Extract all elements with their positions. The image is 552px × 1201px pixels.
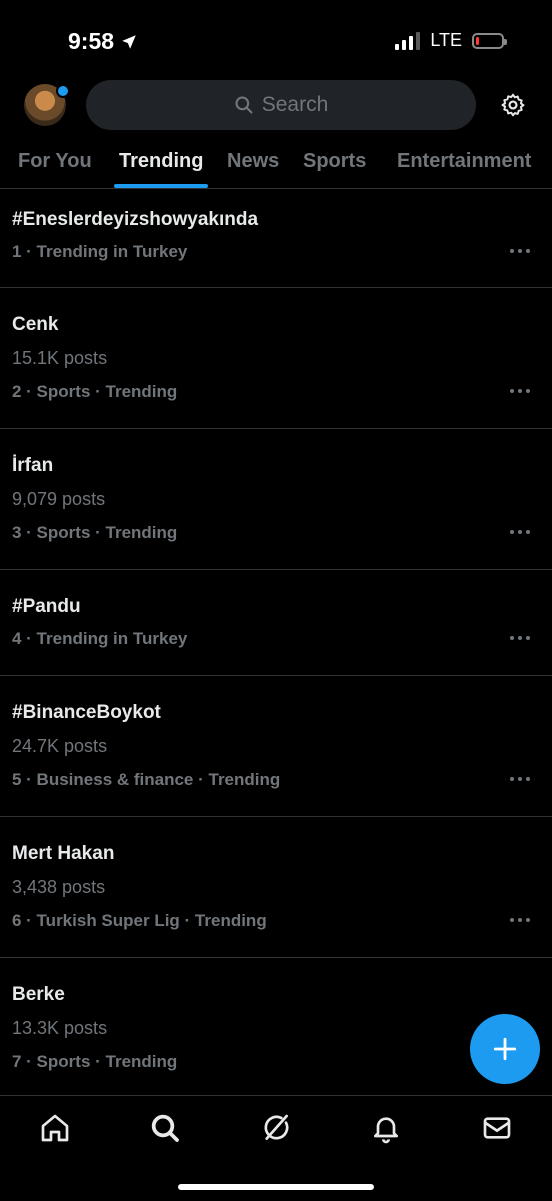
trend-post-count: 15.1K posts bbox=[12, 348, 108, 368]
trend-meta: 3 · Sports · Trending bbox=[12, 523, 178, 542]
gear-icon[interactable] bbox=[500, 92, 526, 118]
tab-for-you[interactable]: For You bbox=[18, 150, 92, 173]
messages-icon[interactable] bbox=[481, 1112, 513, 1144]
more-options-icon[interactable] bbox=[510, 636, 530, 642]
cellular-signal-icon bbox=[395, 31, 421, 50]
notification-dot bbox=[56, 84, 70, 98]
status-bar: 9:58 LTE bbox=[0, 0, 552, 80]
tab-entertainment[interactable]: Entertainment bbox=[397, 150, 531, 173]
trend-item[interactable]: İrfan 9,079 posts 3 · Sports · Trending bbox=[0, 429, 552, 570]
home-icon[interactable] bbox=[39, 1112, 71, 1144]
trend-title: Cenk bbox=[12, 314, 59, 335]
search-placeholder: Search bbox=[261, 93, 329, 116]
trend-item[interactable]: Berke 13.3K posts 7 · Sports · Trending bbox=[0, 958, 552, 1098]
more-options-icon[interactable] bbox=[510, 530, 530, 536]
grok-icon[interactable] bbox=[260, 1112, 292, 1144]
trend-title: İrfan bbox=[12, 455, 54, 476]
status-indicators: LTE bbox=[395, 30, 507, 51]
trend-item[interactable]: #BinanceBoykot 24.7K posts 5 · Business … bbox=[0, 676, 552, 817]
status-time: 9:58 bbox=[68, 28, 138, 55]
compose-button[interactable] bbox=[470, 1014, 540, 1084]
trend-post-count: 24.7K posts bbox=[12, 736, 108, 756]
trend-title: Mert Hakan bbox=[12, 843, 115, 864]
search-icon bbox=[235, 96, 253, 114]
more-options-icon[interactable] bbox=[510, 389, 530, 395]
trend-meta: 5 · Business & finance · Trending bbox=[12, 770, 281, 789]
trend-item[interactable]: #Eneslerdeyizshowyakında 1 · Trending in… bbox=[0, 189, 552, 288]
trend-meta: 6 · Turkish Super Lig · Trending bbox=[12, 911, 267, 930]
trend-meta: 7 · Sports · Trending bbox=[12, 1052, 178, 1071]
trend-title: #Eneslerdeyizshowyakında bbox=[12, 209, 259, 230]
trend-title: Berke bbox=[12, 984, 65, 1005]
tab-sports[interactable]: Sports bbox=[303, 150, 366, 173]
network-type: LTE bbox=[430, 30, 462, 50]
home-indicator bbox=[178, 1184, 374, 1190]
battery-icon bbox=[472, 32, 507, 49]
trend-meta: 2 · Sports · Trending bbox=[12, 382, 178, 401]
active-tab-indicator bbox=[114, 184, 208, 188]
more-options-icon[interactable] bbox=[510, 777, 530, 783]
tab-news[interactable]: News bbox=[227, 150, 279, 173]
trend-meta: 4 · Trending in Turkey bbox=[12, 629, 188, 648]
trend-post-count: 13.3K posts bbox=[12, 1018, 108, 1038]
trend-item[interactable]: Mert Hakan 3,438 posts 6 · Turkish Super… bbox=[0, 817, 552, 958]
plus-icon bbox=[493, 1037, 517, 1061]
trend-post-count: 3,438 posts bbox=[12, 877, 106, 897]
trend-post-count: 9,079 posts bbox=[12, 489, 106, 509]
trend-title: #BinanceBoykot bbox=[12, 702, 161, 723]
trend-item[interactable]: #Pandu 4 · Trending in Turkey bbox=[0, 570, 552, 676]
location-arrow-icon bbox=[122, 34, 136, 49]
clock-text: 9:58 bbox=[68, 28, 115, 54]
explore-tabs: For You Trending News Sports Entertainme… bbox=[0, 140, 552, 189]
more-options-icon[interactable] bbox=[510, 918, 530, 924]
more-options-icon[interactable] bbox=[510, 249, 530, 255]
tab-trending[interactable]: Trending bbox=[119, 150, 203, 173]
notifications-icon[interactable] bbox=[370, 1112, 402, 1144]
search-bar[interactable]: Search bbox=[86, 80, 476, 130]
trend-title: #Pandu bbox=[12, 596, 81, 617]
trend-meta: 1 · Trending in Turkey bbox=[12, 242, 188, 261]
trend-list: #Eneslerdeyizshowyakında 1 · Trending in… bbox=[0, 189, 552, 1098]
trend-item[interactable]: Cenk 15.1K posts 2 · Sports · Trending bbox=[0, 288, 552, 429]
search-icon[interactable] bbox=[149, 1112, 181, 1144]
top-header: Search bbox=[0, 80, 552, 132]
